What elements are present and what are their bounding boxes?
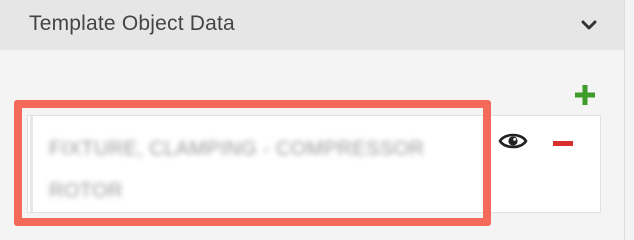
panel-title: Template Object Data: [29, 12, 235, 35]
chevron-down-icon[interactable]: [572, 10, 606, 40]
minus-icon[interactable]: [550, 132, 576, 154]
panel-header[interactable]: Template Object Data: [0, 0, 625, 50]
object-value-text: FIXTURE, CLAMPING - COMPRESSOR ROTOR: [49, 138, 425, 202]
object-value-field[interactable]: FIXTURE, CLAMPING - COMPRESSOR ROTOR: [30, 116, 490, 212]
template-object-data-panel: Template Object Data FIXTURE, CLAMPING -…: [0, 0, 634, 240]
eye-icon[interactable]: [498, 130, 528, 152]
plus-icon[interactable]: [572, 82, 598, 108]
